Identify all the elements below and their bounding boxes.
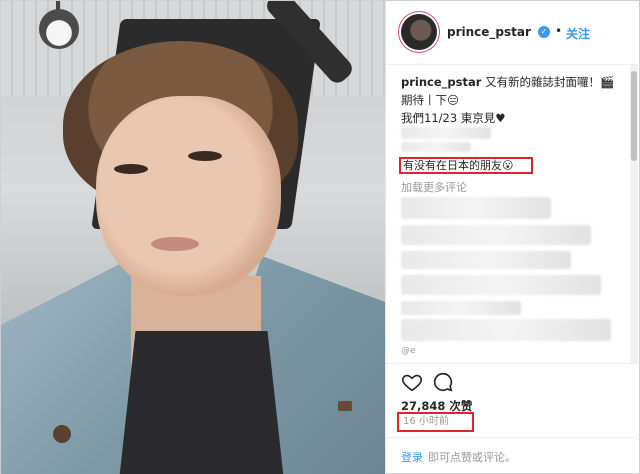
photo-jacket-button xyxy=(53,425,71,443)
post-sidebar: prince_pstar ✓ • 关注 prince_pstar 又有新的雜誌封… xyxy=(385,1,640,474)
header-username[interactable]: prince_pstar xyxy=(447,25,531,39)
blurred-comment xyxy=(401,142,471,152)
highlighted-comment: 有没有在日本的朋友😮 xyxy=(399,157,533,174)
header-separator: • xyxy=(555,24,563,38)
photo-lips xyxy=(151,237,199,251)
caption-line2: 期待丨下😑 xyxy=(401,93,459,107)
blurred-comment xyxy=(401,251,571,269)
post-photo[interactable] xyxy=(1,1,385,474)
post-header: prince_pstar ✓ • 关注 xyxy=(386,1,640,65)
blurred-comment xyxy=(401,127,491,139)
caption-line1: 又有新的雜誌封面囉！🎬 xyxy=(485,75,615,89)
blurred-comment xyxy=(401,275,601,295)
photo-left-eye xyxy=(114,164,148,174)
login-footer: 登录 即可点赞或评论。 xyxy=(386,437,640,474)
post-actions: 27,848 次赞 16 小时前 xyxy=(386,363,640,437)
partial-mention: @e xyxy=(401,346,416,356)
comment-bubble-icon[interactable] xyxy=(432,371,454,393)
highlighted-comment-text: 有没有在日本的朋友😮 xyxy=(403,159,514,172)
login-prompt-text: 即可点赞或评论。 xyxy=(428,451,516,464)
caption-username[interactable]: prince_pstar xyxy=(401,75,481,89)
photo-black-shirt xyxy=(119,331,284,474)
instagram-post: prince_pstar ✓ • 关注 prince_pstar 又有新的雜誌封… xyxy=(0,0,640,474)
load-more-comments-button[interactable]: 加载更多评论 xyxy=(401,179,467,195)
comments-section: prince_pstar 又有新的雜誌封面囉！🎬 期待丨下😑 我們11/23 東… xyxy=(386,65,640,363)
photo-jacket-tag xyxy=(338,401,352,411)
blurred-comment xyxy=(401,301,521,315)
comments-scroll-thumb[interactable] xyxy=(631,71,637,161)
post-caption: prince_pstar 又有新的雜誌封面囉！🎬 期待丨下😑 我們11/23 東… xyxy=(401,73,626,127)
caption-line3: 我們11/23 東京見♥ xyxy=(401,111,506,125)
heart-icon[interactable] xyxy=(401,371,423,393)
blurred-comment xyxy=(401,319,611,341)
follow-button[interactable]: 关注 xyxy=(566,25,590,42)
photo-right-eye xyxy=(188,151,222,161)
post-timestamp-box: 16 小时前 xyxy=(397,412,474,432)
login-link[interactable]: 登录 xyxy=(401,449,423,465)
photo-lamp xyxy=(39,9,79,49)
blurred-comment xyxy=(401,197,551,219)
verified-badge-icon: ✓ xyxy=(538,26,550,38)
photo-face xyxy=(96,96,281,296)
blurred-comment xyxy=(401,225,591,245)
avatar[interactable] xyxy=(401,14,437,50)
post-timestamp[interactable]: 16 小时前 xyxy=(403,416,449,427)
